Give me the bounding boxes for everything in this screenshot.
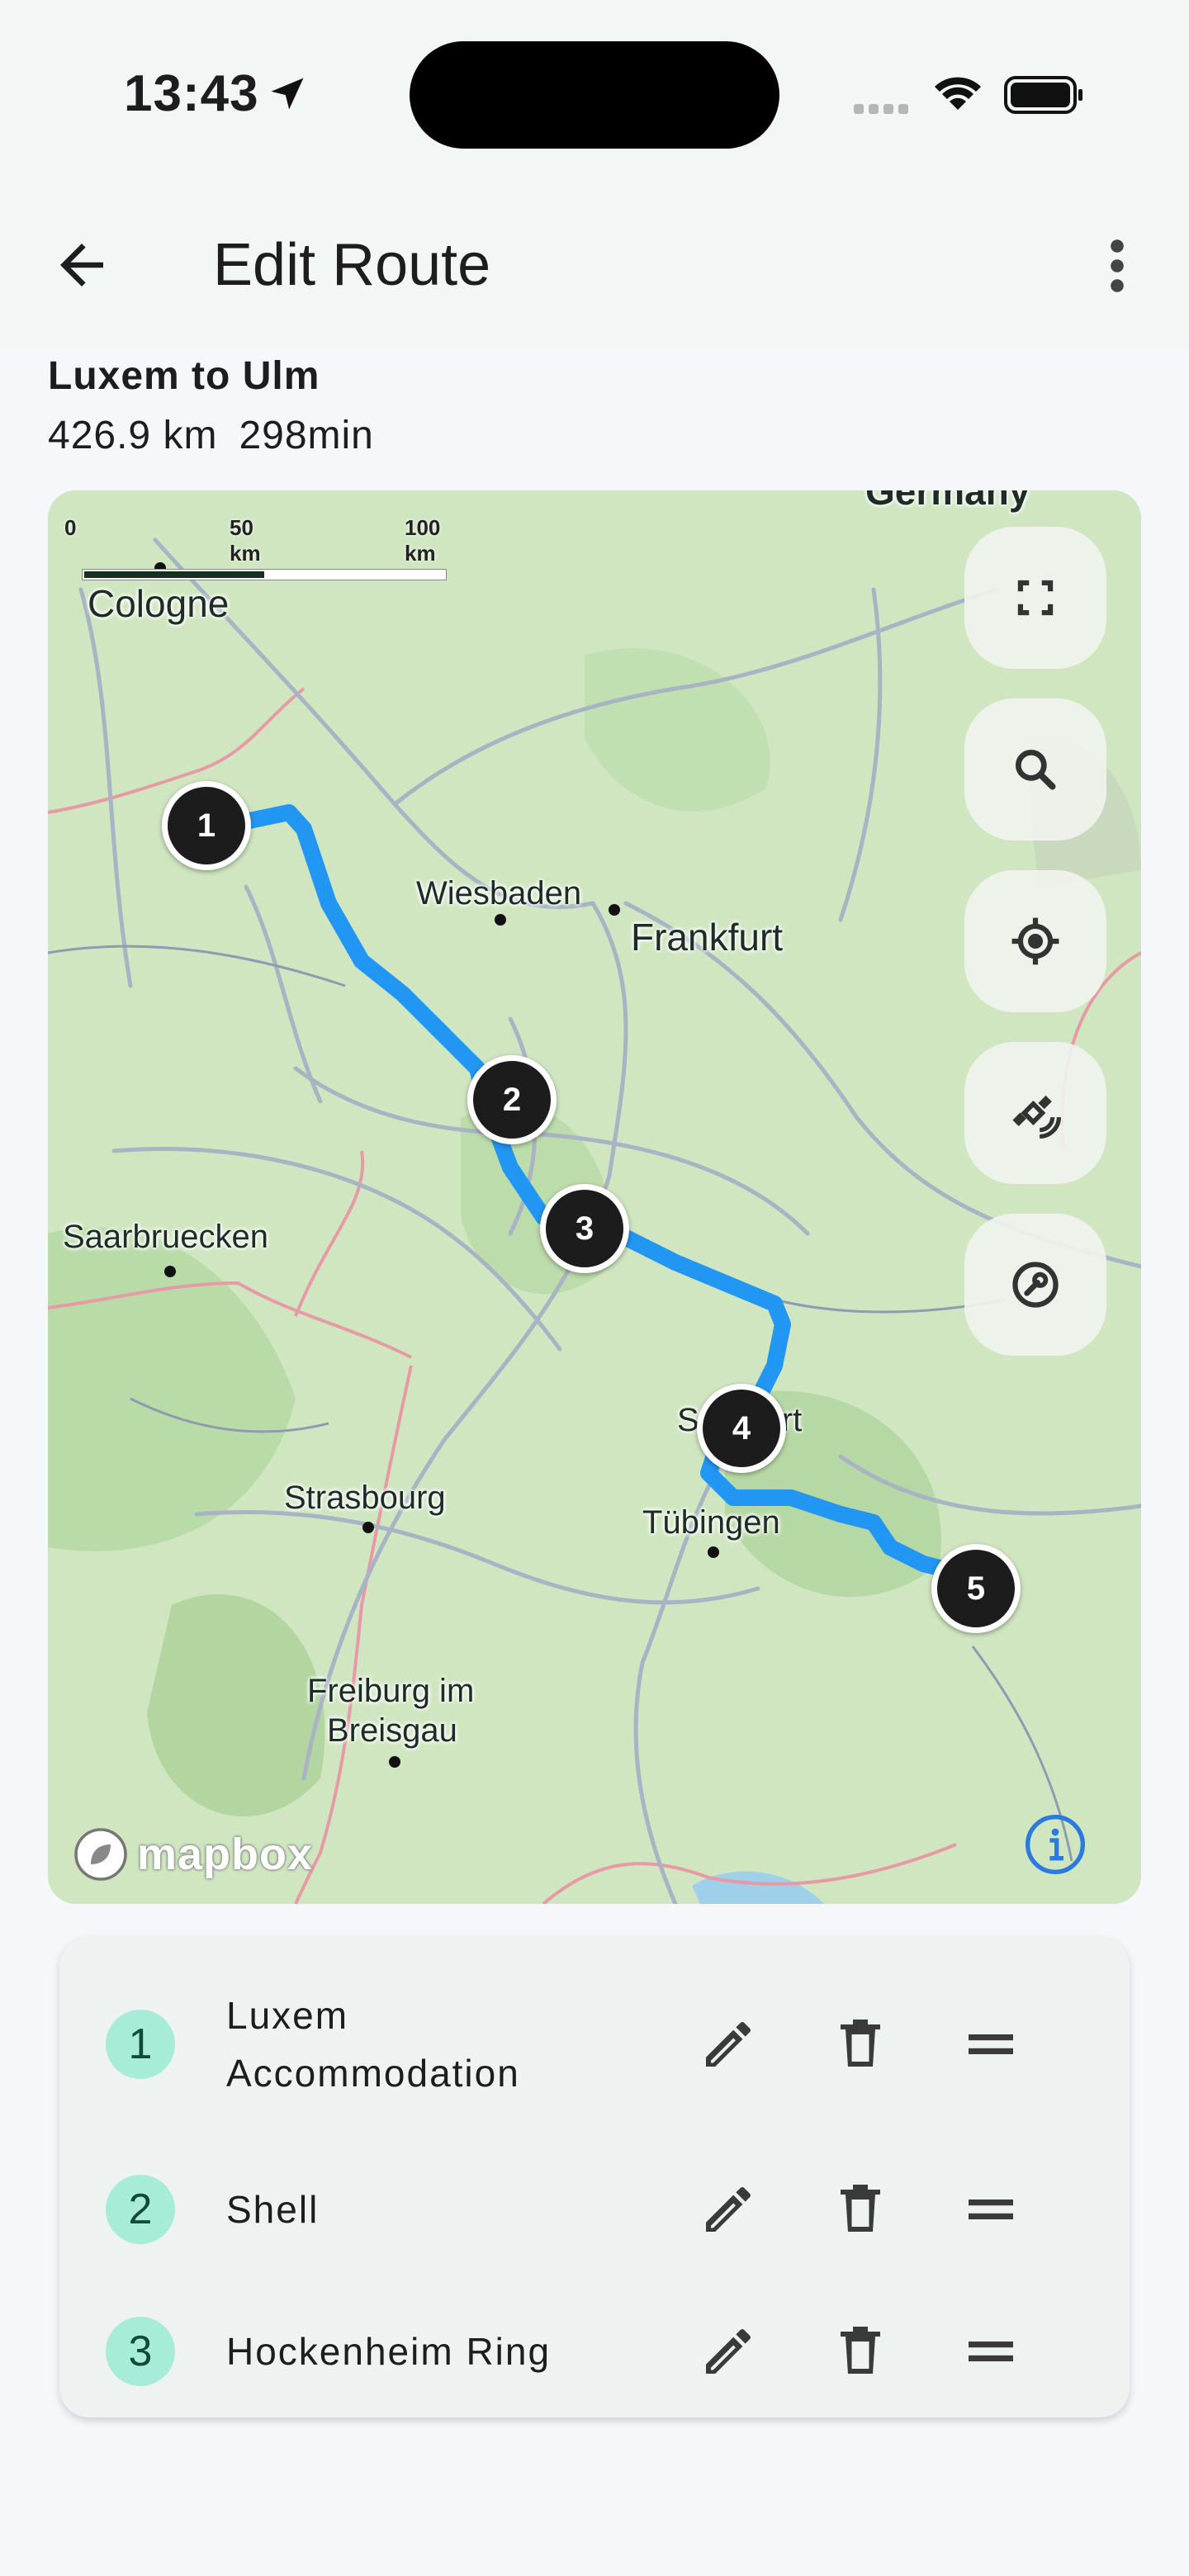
route-marker-3[interactable]: 3: [540, 1184, 629, 1273]
drag-handle-icon[interactable]: [961, 2322, 1021, 2381]
place-label-frankfurt: Frankfurt: [631, 916, 784, 959]
mapbox-logo[interactable]: mapbox: [71, 1825, 313, 1884]
delete-icon[interactable]: [831, 2322, 890, 2381]
more-vert-icon[interactable]: [1098, 236, 1136, 296]
place-label-cologne: Cologne: [88, 582, 230, 625]
status-time: 13:43: [124, 65, 259, 122]
place-label-tubingen: Tübingen: [642, 1504, 780, 1541]
mapbox-wordmark: mapbox: [137, 1830, 314, 1879]
delete-icon[interactable]: [831, 2180, 890, 2239]
route-marker-4[interactable]: 4: [697, 1384, 786, 1473]
place-label-freiburg-2: Breisgau: [327, 1712, 457, 1749]
waypoint-name: Shell: [226, 2188, 320, 2231]
waypoint-row-1[interactable]: 1 Luxem Accommodation: [59, 1986, 1130, 2102]
fullscreen-icon: [1017, 580, 1054, 616]
delete-icon[interactable]: [831, 2015, 890, 2074]
route-marker-5[interactable]: 5: [931, 1544, 1021, 1633]
route-name: Luxem to Ulm: [48, 354, 320, 398]
mapbox-logo-icon: [74, 1828, 127, 1881]
edit-icon[interactable]: [699, 2180, 758, 2239]
arrow-back-icon[interactable]: [50, 233, 114, 297]
route-stats: 426.9 km 298min: [48, 413, 374, 458]
route-duration: 298min: [239, 414, 374, 457]
waypoint-name: Luxem Accommodation: [226, 1986, 656, 2102]
my-location-button[interactable]: [964, 870, 1106, 1012]
signal-icon: [854, 104, 908, 114]
scale-label: 100 km: [405, 515, 441, 566]
search-icon: [1015, 749, 1056, 790]
route-marker-1[interactable]: 1: [162, 781, 251, 870]
edit-icon[interactable]: [699, 2015, 758, 2074]
route-marker-2[interactable]: 2: [467, 1055, 557, 1144]
battery-icon: [1004, 76, 1082, 114]
app-bar: Edit Route: [0, 182, 1189, 347]
fullscreen-button[interactable]: [964, 527, 1106, 669]
map-view[interactable]: 0 50 km 100 km Germany Cologne Wiesbaden…: [48, 490, 1141, 1904]
waypoint-name: Hockenheim Ring: [226, 2330, 552, 2373]
edit-icon[interactable]: [699, 2322, 758, 2381]
drag-handle-icon[interactable]: [961, 2015, 1021, 2074]
map-search-button[interactable]: [964, 698, 1106, 841]
waypoint-row-2[interactable]: 2 Shell: [59, 2152, 1130, 2267]
settings-wrench-icon: [1012, 1262, 1059, 1308]
waypoint-row-3[interactable]: 3 Hockenheim Ring: [59, 2294, 1130, 2409]
waypoint-name-line2: Accommodation: [226, 2052, 520, 2095]
waypoint-index-badge: 2: [106, 2175, 175, 2244]
waypoint-index-badge: 1: [106, 2010, 175, 2079]
info-icon[interactable]: [1022, 1811, 1088, 1878]
place-label-wiesbaden: Wiesbaden: [416, 875, 582, 912]
drag-handle-icon[interactable]: [961, 2180, 1021, 2239]
scale-label: 50 km: [230, 515, 261, 566]
place-label-freiburg-1: Freiburg im: [307, 1673, 475, 1709]
scale-bar: [83, 570, 446, 580]
status-bar: 13:43: [0, 0, 1189, 182]
satellite-button[interactable]: [964, 1042, 1106, 1184]
waypoint-list: 1 Luxem Accommodation 2 Shell 3 Hockenhe…: [59, 1937, 1130, 2417]
page-title: Edit Route: [213, 232, 491, 298]
my-location-icon: [1011, 917, 1059, 965]
dynamic-island: [410, 41, 779, 149]
satellite-icon: [1012, 1095, 1061, 1139]
route-distance: 426.9 km: [48, 414, 218, 457]
country-label: Germany: [865, 490, 1030, 513]
place-label-saarbruecken: Saarbruecken: [63, 1219, 269, 1255]
waypoint-name-line1: Luxem: [226, 1994, 349, 2037]
waypoint-index-badge: 3: [106, 2317, 175, 2386]
wifi-icon: [935, 77, 981, 110]
location-arrow-icon: [271, 78, 304, 110]
scale-label: 0: [64, 515, 77, 540]
map-settings-button[interactable]: [964, 1214, 1106, 1356]
place-label-strasbourg: Strasbourg: [284, 1480, 446, 1516]
